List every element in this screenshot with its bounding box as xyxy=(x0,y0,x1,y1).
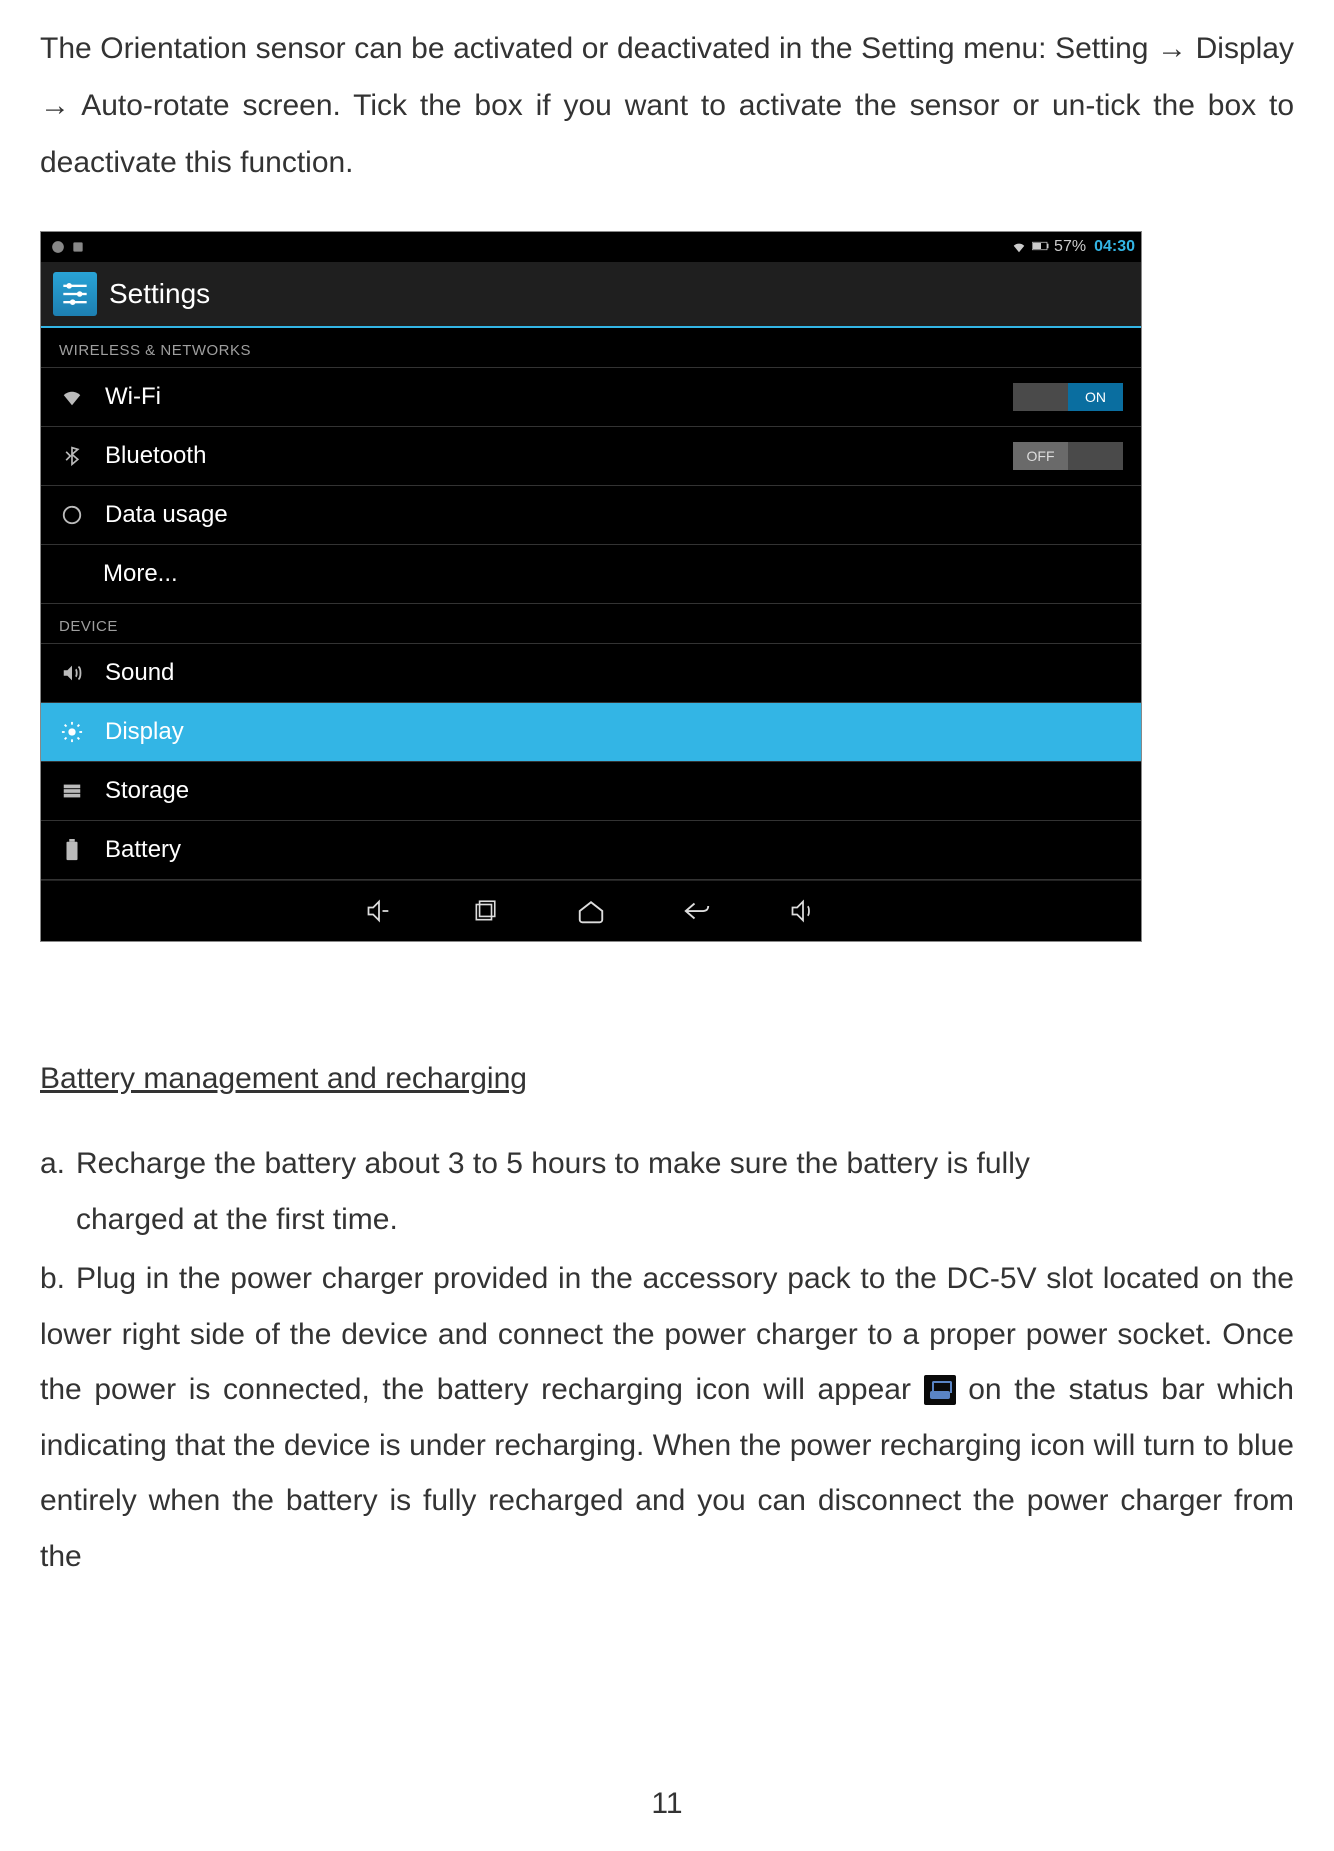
list-marker-b: b. xyxy=(40,1251,76,1307)
list-a-line2: charged at the first time. xyxy=(40,1192,1294,1248)
section-device: DEVICE xyxy=(41,604,1141,644)
list: a.Recharge the battery about 3 to 5 hour… xyxy=(40,1136,1294,1584)
section-heading: Battery management and recharging xyxy=(40,1062,1294,1096)
battery-percent: 57% xyxy=(1054,238,1086,256)
display-label: Display xyxy=(105,718,1123,746)
nav-vol-up-icon[interactable] xyxy=(785,894,821,928)
more-label: More... xyxy=(103,560,1123,588)
display-row[interactable]: Display xyxy=(41,703,1141,762)
bluetooth-row[interactable]: Bluetooth OFF xyxy=(41,427,1141,486)
storage-row[interactable]: Storage xyxy=(41,762,1141,821)
battery-icon xyxy=(1032,240,1050,254)
battery-icon-row xyxy=(59,839,85,861)
app-header: Settings xyxy=(41,262,1141,328)
status-bar: 57% 04:30 xyxy=(41,232,1141,262)
data-usage-label: Data usage xyxy=(105,501,1123,529)
nav-back-icon[interactable] xyxy=(679,894,715,928)
wifi-row[interactable]: Wi-Fi ON xyxy=(41,368,1141,427)
storage-icon xyxy=(59,780,85,802)
list-a-line1: Recharge the battery about 3 to 5 hours … xyxy=(76,1147,1030,1180)
data-usage-row[interactable]: Data usage xyxy=(41,486,1141,545)
bluetooth-toggle[interactable]: OFF xyxy=(1013,442,1123,470)
data-usage-icon xyxy=(59,504,85,526)
list-item-b: b.Plug in the power charger provided in … xyxy=(40,1251,1294,1584)
list-marker-a: a. xyxy=(40,1136,76,1192)
battery-charging-icon xyxy=(924,1375,956,1405)
section-wireless: WIRELESS & NETWORKS xyxy=(41,328,1141,368)
wifi-icon xyxy=(59,386,85,408)
wifi-label: Wi-Fi xyxy=(105,383,993,411)
sound-row[interactable]: Sound xyxy=(41,644,1141,703)
settings-title: Settings xyxy=(109,278,210,310)
bluetooth-icon xyxy=(59,445,85,467)
display-icon xyxy=(59,721,85,743)
page-number: 11 xyxy=(40,1757,1294,1821)
sound-icon xyxy=(59,662,85,684)
settings-screenshot: 57% 04:30 Settings WIRELESS & NETWORKS W… xyxy=(40,231,1142,942)
nav-recent-icon[interactable] xyxy=(467,894,503,928)
list-item-a: a.Recharge the battery about 3 to 5 hour… xyxy=(40,1136,1294,1247)
sound-label: Sound xyxy=(105,659,1123,687)
nav-bar xyxy=(41,880,1141,941)
wifi-toggle[interactable]: ON xyxy=(1013,383,1123,411)
intro-text: The Orientation sensor can be activated … xyxy=(40,20,1294,191)
wifi-icon xyxy=(1010,240,1028,254)
storage-label: Storage xyxy=(105,777,1123,805)
nav-vol-down-icon[interactable] xyxy=(361,894,397,928)
nav-home-icon[interactable] xyxy=(573,894,609,928)
status-notification-icons xyxy=(47,240,1006,254)
battery-row[interactable]: Battery xyxy=(41,821,1141,880)
settings-app-icon xyxy=(53,272,97,316)
status-time: 04:30 xyxy=(1094,238,1135,256)
bluetooth-label: Bluetooth xyxy=(105,442,993,470)
more-row[interactable]: More... xyxy=(41,545,1141,604)
battery-label: Battery xyxy=(105,836,1123,864)
